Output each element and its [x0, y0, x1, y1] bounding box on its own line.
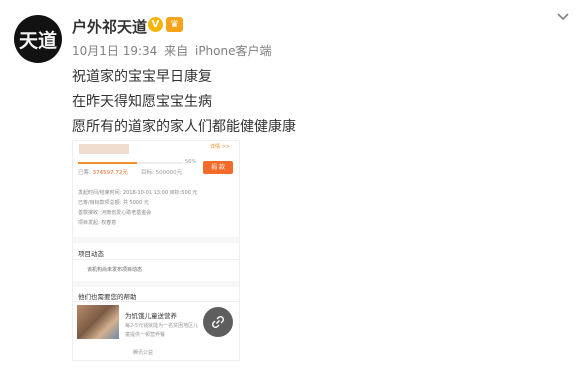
project-title: 为饥饿儿童送营养 — [125, 312, 177, 320]
post-text-line: 祝道家的宝宝早日康复 — [72, 69, 212, 85]
info-line: 善款接收: 河南省爱心助老基金会 — [78, 210, 152, 216]
divider — [73, 301, 239, 302]
avatar[interactable]: 天道 — [14, 15, 62, 63]
member-badge-icon[interactable]: ♛ — [166, 17, 183, 32]
blurred-header — [79, 144, 129, 154]
info-line: 项目发起: 权春意 — [78, 220, 117, 226]
raised-label: 已筹: — [78, 170, 91, 176]
donate-button: 捐 款 — [203, 161, 233, 174]
project-description: 每2-5元钱就能为一名贫困地区儿童提供一顿营养餐 — [125, 323, 199, 338]
info-line: 发起时间/结束时间: 2018-10-01 13:00 目标:500 元 — [78, 190, 198, 196]
post-client[interactable]: iPhone客户端 — [195, 44, 272, 58]
section-title: 他们也需要您的帮助 — [78, 293, 137, 301]
post-via: 来自 — [164, 44, 189, 58]
avatar-glyph: 天道 — [18, 29, 57, 52]
dynamics-item: 该机构尚未发布项目动态 — [87, 267, 143, 273]
post-text-line: 在昨天得知愿宝宝生病 — [72, 94, 212, 110]
children-photo — [77, 305, 119, 339]
progress-percent: 56% — [185, 159, 197, 165]
footer-logo: 腾讯公益 — [133, 350, 154, 356]
info-line: 已筹/目标款项总额: 共 5000 元 — [78, 200, 149, 206]
target-amount: 目标: 500000元 — [141, 168, 182, 176]
section-title: 项目动态 — [78, 250, 104, 258]
attached-image[interactable]: 详情 >> 56% 已筹: 374597.72元 目标: 500000元 捐 款… — [72, 140, 240, 361]
dynamics-card: 项目动态 该机构尚未发布项目动态 — [73, 243, 239, 281]
help-card: 他们也需要您的帮助 为饥饿儿童送营养 每2-5元钱就能为一名贫困地区儿童提供一顿… — [73, 287, 239, 360]
donation-card: 详情 >> 56% 已筹: 374597.72元 目标: 500000元 捐 款… — [73, 141, 239, 237]
author-name[interactable]: 户外祁天道 — [72, 16, 147, 37]
divider — [73, 259, 239, 260]
post-meta: 10月1日 19:34 来自 iPhone客户端 — [72, 42, 275, 59]
post-text-line: 愿所有的道家的家人们都能健健康康 — [72, 119, 296, 135]
progress-bar — [78, 162, 183, 164]
chevron-down-icon[interactable] — [554, 10, 572, 28]
link-icon[interactable] — [203, 307, 233, 337]
raised-value: 374597.72元 — [92, 170, 128, 176]
raised-amount: 已筹: 374597.72元 — [78, 168, 128, 176]
target-label: 目标: — [141, 170, 154, 176]
verified-icon[interactable]: V — [148, 17, 163, 32]
progress-fill — [78, 162, 137, 164]
target-value: 500000元 — [155, 170, 183, 176]
detail-link: 详情 >> — [210, 144, 230, 150]
post-date[interactable]: 10月1日 19:34 — [72, 44, 157, 58]
